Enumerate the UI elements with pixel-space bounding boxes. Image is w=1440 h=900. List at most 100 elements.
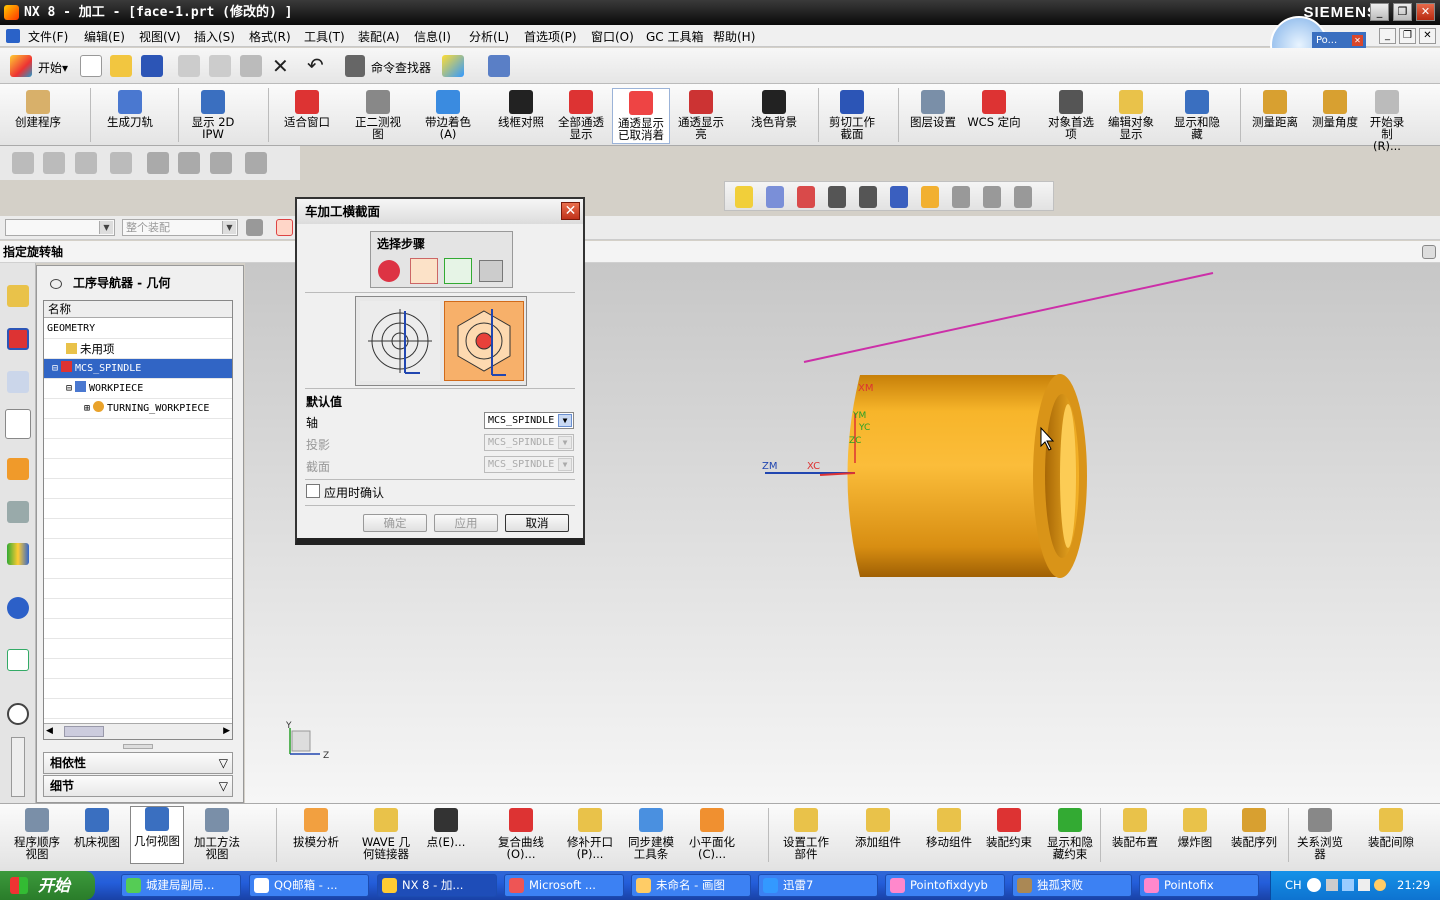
ribbon-button-layer-settings[interactable]: 图层设置 — [904, 88, 962, 128]
menu-format[interactable]: 格式(R) — [249, 28, 291, 45]
axis-select[interactable]: MCS_SPINDLE ▼ — [484, 412, 574, 429]
reuse-library-tab-icon[interactable] — [7, 501, 29, 523]
menu-window[interactable]: 窗口(O) — [591, 28, 634, 45]
task-item-6[interactable]: 迅雷7 — [758, 874, 878, 897]
bottom-button-move-component[interactable]: 移动组件 — [920, 808, 978, 848]
menu-edit[interactable]: 编辑(E) — [84, 28, 125, 45]
grey-tool-6-icon[interactable] — [178, 152, 200, 174]
grey-tool-2-icon[interactable] — [43, 152, 65, 174]
popup-close-icon[interactable]: ✕ — [1352, 35, 1363, 46]
tray-user-icon[interactable] — [1374, 879, 1386, 891]
tray-network-icon[interactable] — [1326, 879, 1338, 891]
ribbon-button-shaded-with-edges[interactable]: 带边着色 (A) — [420, 88, 476, 140]
grey-tool-1-icon[interactable] — [12, 152, 34, 174]
task-item-3[interactable]: NX 8 - 加... — [377, 874, 497, 897]
new-file-icon[interactable] — [80, 55, 102, 77]
splitter-grip[interactable] — [123, 744, 153, 749]
section-select[interactable]: MCS_SPINDLE ▼ — [484, 456, 574, 473]
bottom-button-exploded-view[interactable]: 爆炸图 — [1168, 808, 1222, 848]
grey-tool-3-icon[interactable] — [75, 152, 97, 174]
menu-help[interactable]: 帮助(H) — [713, 28, 755, 45]
grey-tool-4-icon[interactable] — [110, 152, 132, 174]
assembly-navigator-tab-icon[interactable] — [7, 285, 29, 307]
undo-icon[interactable]: ↶ — [307, 53, 324, 77]
float-tool-2-icon[interactable] — [766, 186, 784, 208]
dialog-close-button[interactable]: ✕ — [561, 202, 580, 220]
cut-icon[interactable] — [178, 55, 200, 77]
history-tab-icon[interactable] — [7, 703, 29, 725]
cancel-button[interactable]: 取消 — [505, 514, 569, 532]
ribbon-button-create-program[interactable]: 创建程序 — [8, 88, 68, 128]
task-item-9[interactable]: Pointofix — [1139, 874, 1259, 897]
sweep-section-icon[interactable] — [444, 301, 524, 381]
apply-button[interactable]: 应用 — [434, 514, 498, 532]
menu-preferences[interactable]: 首选项(P) — [524, 28, 577, 45]
bottom-button-show-hide-constraints[interactable]: 显示和隐 藏约束 — [1042, 808, 1098, 860]
copy-icon[interactable] — [209, 55, 231, 77]
menu-tools[interactable]: 工具(T) — [304, 28, 345, 45]
tree-row-geometry[interactable]: GEOMETRY — [44, 319, 232, 339]
start-button[interactable]: 开始▾ — [38, 59, 68, 76]
details-section[interactable]: 细节 ▽ — [43, 775, 233, 797]
ribbon-button-fit-window[interactable]: 适合窗口 — [278, 88, 336, 128]
float-tool-10-icon[interactable] — [1014, 186, 1032, 208]
menu-view[interactable]: 视图(V) — [139, 28, 181, 45]
tree-row-turning-workpiece[interactable]: ⊞ TURNING_WORKPIECE — [44, 399, 232, 419]
machine-tool-navigator-tab-icon[interactable] — [7, 458, 29, 480]
constraint-navigator-tab-icon[interactable] — [7, 328, 29, 350]
grey-tool-8-icon[interactable] — [245, 152, 267, 174]
ribbon-button-clip-section[interactable]: 剪切工作 截面 — [822, 88, 882, 140]
bottom-button-set-work-part[interactable]: 设置工作 部件 — [778, 808, 834, 860]
task-item-8[interactable]: 独孤求败 — [1012, 874, 1132, 897]
bottom-button-add-component[interactable]: 添加组件 — [850, 808, 906, 848]
task-item-7[interactable]: Pointofixdyyb — [885, 874, 1005, 897]
tree-row-mcs-spindle[interactable]: ⊟ MCS_SPINDLE — [44, 359, 232, 379]
tree-row-workpiece[interactable]: ⊟ WORKPIECE — [44, 379, 232, 399]
viewport-maximize-icon[interactable] — [1422, 245, 1436, 259]
delete-icon[interactable]: ✕ — [272, 54, 289, 78]
ribbon-button-translucency-bright[interactable]: 通透显示亮 — [672, 88, 730, 140]
info-tab-icon[interactable] — [7, 597, 29, 619]
windows-start-button[interactable]: 开始 — [0, 871, 95, 900]
resource-bar-scroll[interactable] — [11, 737, 25, 797]
confirm-on-apply-checkbox[interactable] — [306, 484, 320, 498]
ribbon-button-edit-object-display[interactable]: 编辑对象 显示 — [1104, 88, 1158, 140]
float-tool-4-icon[interactable] — [828, 186, 846, 208]
snap-point-icon[interactable] — [276, 219, 293, 236]
tree-horizontal-scrollbar[interactable]: ◀ ▶ — [44, 723, 232, 739]
bottom-button-sync-modeling[interactable]: 同步建模 工具条 — [624, 808, 678, 860]
grey-tool-7-icon[interactable] — [210, 152, 232, 174]
ribbon-button-wcs-orient[interactable]: WCS 定向 — [966, 88, 1022, 128]
simple-section-icon[interactable] — [360, 301, 440, 381]
ok-button[interactable]: 确定 — [363, 514, 427, 532]
menu-gc-toolbox[interactable]: GC 工具箱 — [646, 28, 704, 45]
bottom-button-assembly-sequence[interactable]: 装配序列 — [1226, 808, 1282, 848]
part-navigator-tab-icon[interactable] — [7, 371, 29, 393]
menu-assembly[interactable]: 装配(A) — [358, 28, 400, 45]
type-filter-combo[interactable]: ▼ — [5, 219, 115, 236]
ribbon-button-show-2d-ipw[interactable]: 显示 2D IPW — [186, 88, 240, 140]
ribbon-button-trimetric-view[interactable]: 正二测视图 — [348, 88, 408, 140]
bottom-button-machine-view[interactable]: 机床视图 — [70, 808, 124, 848]
tray-collapse-icon[interactable] — [1307, 878, 1321, 892]
task-item-4[interactable]: Microsoft ... — [504, 874, 624, 897]
bottom-button-assembly-constraint[interactable]: 装配约束 — [982, 808, 1036, 848]
grey-tool-5-icon[interactable] — [147, 152, 169, 174]
task-item-5[interactable]: 未命名 - 画图 — [631, 874, 751, 897]
restore-button[interactable]: ❐ — [1393, 3, 1412, 21]
step-layers-icon[interactable] — [479, 260, 503, 282]
menu-analysis[interactable]: 分析(L) — [469, 28, 509, 45]
tray-app-icon[interactable] — [1342, 879, 1354, 891]
palette-tab-icon[interactable] — [7, 543, 29, 565]
paste-icon[interactable] — [240, 55, 262, 77]
ribbon-button-translucency-off[interactable]: 通透显示 已取消着 — [612, 88, 670, 144]
step-body-icon[interactable] — [378, 260, 400, 282]
filter-settings-icon[interactable] — [246, 219, 263, 236]
ribbon-button-generate-toolpath[interactable]: 生成刀轨 — [100, 88, 160, 128]
doc-minimize-button[interactable]: _ — [1379, 28, 1396, 44]
bottom-button-geometry-view[interactable]: 几何视图 — [130, 806, 184, 864]
bottom-button-relation-browser[interactable]: 关系浏览器 — [1292, 808, 1348, 860]
bottom-button-facetize[interactable]: 小平面化 (C)... — [684, 808, 740, 860]
save-icon[interactable] — [141, 55, 163, 77]
name-column-header[interactable]: 名称 — [44, 301, 232, 318]
